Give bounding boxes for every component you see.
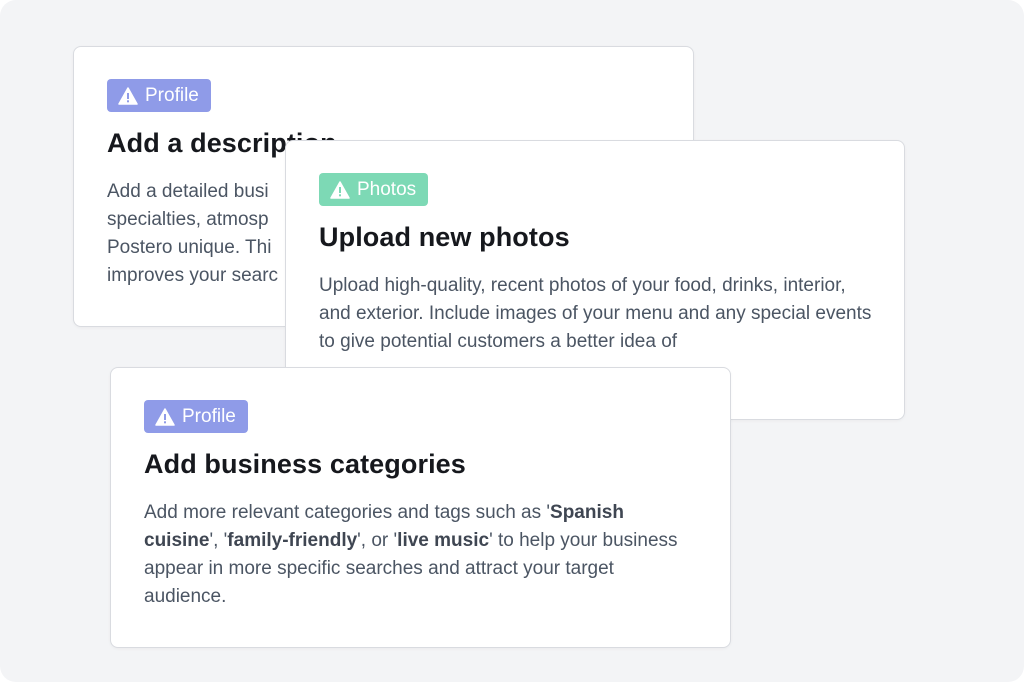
card-description: Add a detailed busi specialties, atmosp … — [107, 181, 279, 286]
profile-badge: Profile — [107, 79, 211, 112]
badge-label: Profile — [145, 84, 199, 106]
recommendation-card-categories[interactable]: Profile Add business categories Add more… — [110, 367, 731, 648]
background-canvas: Profile Add a description Add a detailed… — [0, 0, 1024, 682]
card-description: Upload high-quality, recent photos of yo… — [319, 275, 872, 352]
badge-label: Profile — [182, 405, 236, 427]
photos-badge: Photos — [319, 173, 429, 206]
tag-live-music: live music — [397, 530, 490, 551]
warning-icon — [155, 407, 175, 426]
card-description: Add more relevant categories and tags su… — [144, 499, 699, 611]
warning-icon — [330, 180, 350, 199]
card-title: Add business categories — [144, 449, 466, 479]
badge-label: Photos — [357, 178, 417, 200]
desc-text: Add more relevant categories and tags su… — [144, 502, 551, 523]
desc-text: ', ' — [209, 530, 228, 551]
warning-icon — [118, 86, 138, 105]
profile-badge: Profile — [144, 400, 248, 433]
card-title: Upload new photos — [319, 222, 570, 252]
tag-family-friendly: family-friendly — [227, 530, 358, 551]
desc-text: ', or ' — [357, 530, 398, 551]
